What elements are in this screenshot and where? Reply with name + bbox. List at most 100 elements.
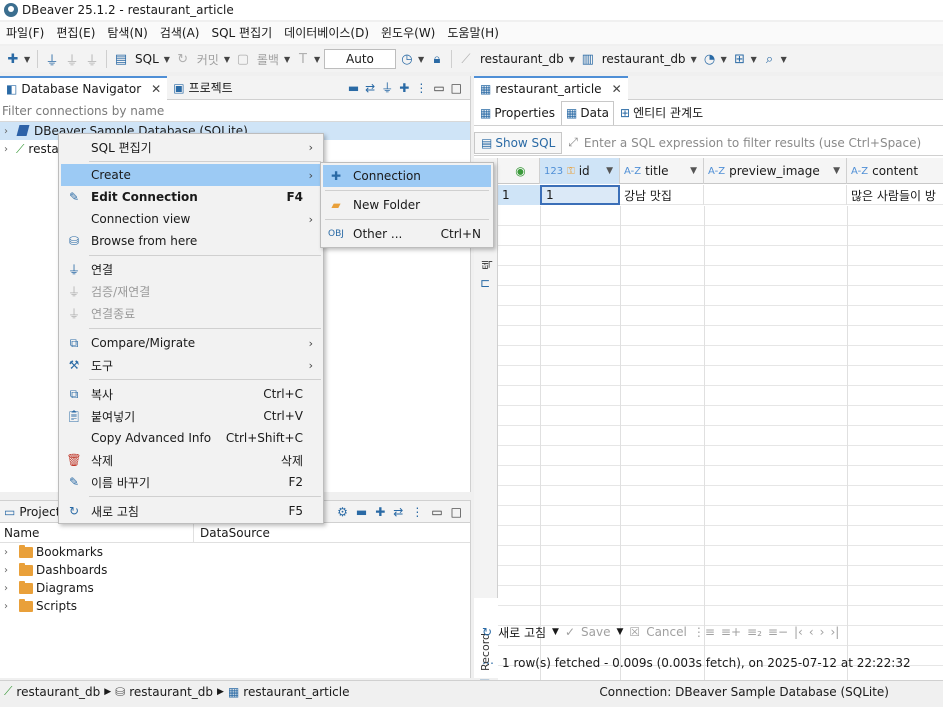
project-item-dashboards[interactable]: › Dashboards <box>0 561 470 579</box>
menu-database[interactable]: 데이터베이스(D) <box>278 22 375 44</box>
project-item-diagrams[interactable]: › Diagrams <box>0 579 470 597</box>
rollback-dropdown-icon[interactable]: ▼ <box>284 55 292 64</box>
history-icon[interactable]: ◷ <box>398 50 416 68</box>
collapse-all-icon[interactable]: ▬ <box>348 81 359 95</box>
new-connection-icon[interactable]: ✚ <box>4 50 22 68</box>
chevron-right-icon[interactable]: › <box>4 565 16 576</box>
save-icon[interactable]: ✓ <box>565 625 575 639</box>
menu-item-connect[interactable]: ⏚ 연결 <box>61 258 321 280</box>
column-datasource[interactable]: DataSource <box>194 526 270 540</box>
active-datasource-selector[interactable]: restaurant_db <box>477 52 567 66</box>
rollback-button[interactable]: 롤백 <box>254 51 282 68</box>
maximize-icon[interactable]: □ <box>451 81 462 95</box>
sql-button[interactable]: SQL <box>132 52 162 66</box>
copy-row-icon[interactable]: ≡₂ <box>747 625 762 639</box>
chevron-right-icon[interactable]: › <box>4 601 16 612</box>
show-sql-button[interactable]: ▤ Show SQL <box>474 131 563 154</box>
cell-preview-image[interactable] <box>704 185 847 205</box>
cancel-button[interactable]: Cancel <box>646 625 687 639</box>
search-icon[interactable]: ⌕ <box>761 50 779 68</box>
project-item-scripts[interactable]: › Scripts <box>0 597 470 615</box>
connect-icon[interactable]: ⏚ <box>43 50 61 69</box>
menu-item-browse-from-here[interactable]: ⛁ Browse from here <box>61 230 321 252</box>
chevron-right-icon[interactable]: › <box>4 547 16 558</box>
new-connection-dropdown-icon[interactable]: ▼ <box>24 55 32 64</box>
breadcrumb-table[interactable]: restaurant_article <box>243 685 349 699</box>
refresh-button[interactable]: 새로 고침 <box>498 624 546 641</box>
column-name[interactable]: Name <box>0 522 194 543</box>
minimize-icon[interactable]: ▭ <box>431 505 442 519</box>
menu-navigate[interactable]: 탐색(N) <box>101 22 153 44</box>
menu-item-copy[interactable]: ⧉ 복사 Ctrl+C <box>61 383 321 405</box>
sort-arrow-icon[interactable]: ▼ <box>606 166 613 176</box>
reconnect-icon[interactable]: ⏚ <box>63 50 81 69</box>
cell-title[interactable]: 강남 맛집 <box>620 185 704 205</box>
subtab-data[interactable]: ▦ Data <box>561 100 614 125</box>
close-icon[interactable]: ✕ <box>612 82 622 96</box>
tasks-dropdown-icon[interactable]: ▼ <box>751 55 759 64</box>
refresh-icon[interactable]: ↻ <box>482 625 492 639</box>
menu-item-copy-advanced-info[interactable]: Copy Advanced Info Ctrl+Shift+C <box>61 427 321 449</box>
lock-icon[interactable]: 🔒︎ <box>428 50 446 68</box>
column-header-preview-image[interactable]: A-Z preview_image ▼ <box>704 158 847 184</box>
add-icon[interactable]: ✚ <box>375 505 385 519</box>
history-dropdown-icon[interactable]: ▼ <box>418 55 426 64</box>
menu-window[interactable]: 윈도우(W) <box>375 22 441 44</box>
menu-item-new-folder[interactable]: ▰ New Folder <box>323 194 491 216</box>
dashboard-icon[interactable]: ◔ <box>701 50 719 68</box>
settings-icon[interactable]: ⚙ <box>337 505 348 519</box>
connect-icon[interactable]: ⏚ <box>381 79 393 96</box>
menu-search[interactable]: 검색(A) <box>154 22 206 44</box>
connection-filter-input[interactable]: Filter connections by name <box>0 100 470 122</box>
menu-item-connection-view[interactable]: Connection view › <box>61 208 321 230</box>
menu-item-tools[interactable]: ⚒ 도구 › <box>61 354 321 376</box>
column-header-title[interactable]: A-Z title ▼ <box>620 158 704 184</box>
menu-item-new-connection[interactable]: ✚ Connection <box>323 165 491 187</box>
cancel-icon[interactable]: ☒ <box>629 625 640 639</box>
breadcrumb-datasource[interactable]: restaurant_db <box>16 685 100 699</box>
project-item-bookmarks[interactable]: › Bookmarks <box>0 543 470 561</box>
sql-filter-input[interactable]: Enter a SQL expression to filter results… <box>578 136 921 150</box>
last-page-icon[interactable]: ›| <box>830 625 839 639</box>
sort-arrow-icon[interactable]: ▼ <box>833 166 840 176</box>
chevron-right-icon[interactable]: › <box>4 126 16 137</box>
tab-restaurant-article[interactable]: ▦ restaurant_article ✕ <box>474 75 628 100</box>
subtab-er-diagram[interactable]: ⊞ 엔티티 관계도 <box>616 101 707 125</box>
more-icon[interactable]: ⋯ <box>482 656 494 670</box>
chevron-right-icon[interactable]: › <box>4 144 16 155</box>
transaction-dropdown-icon[interactable]: ▼ <box>314 55 322 64</box>
collapse-icon[interactable]: ▬ <box>356 505 367 519</box>
maximize-icon[interactable]: □ <box>451 505 462 519</box>
commit-dropdown-icon[interactable]: ▼ <box>224 55 232 64</box>
menu-edit[interactable]: 편집(E) <box>50 22 101 44</box>
add-row-icon[interactable]: ≡+ <box>721 625 741 639</box>
prev-page-icon[interactable]: ‹ <box>809 625 814 639</box>
menu-item-rename[interactable]: ✎ 이름 바꾸기 F2 <box>61 471 321 493</box>
table-row[interactable]: 1 강남 맛집 많은 사람들이 방 <box>540 185 943 205</box>
menu-item-compare-migrate[interactable]: ⧉ Compare/Migrate › <box>61 332 321 354</box>
column-header-id[interactable]: 123 ⚿ id ▼ <box>540 158 620 184</box>
save-button[interactable]: Save <box>581 625 610 639</box>
datasource-dropdown-icon[interactable]: ▼ <box>569 55 577 64</box>
menu-item-paste[interactable]: 📋︎ 붙여넣기 Ctrl+V <box>61 405 321 427</box>
breadcrumb-schema[interactable]: restaurant_db <box>129 685 213 699</box>
menu-item-disconnect[interactable]: ⏚ 연결종료 <box>61 302 321 324</box>
column-header-content[interactable]: A-Z content <box>847 158 943 184</box>
menu-item-delete[interactable]: 🗑︎ 삭제 삭제 <box>61 449 321 471</box>
chevron-right-icon[interactable]: › <box>4 583 16 594</box>
menu-item-sql-editor[interactable]: SQL 편집기 › <box>61 136 321 158</box>
subtab-properties[interactable]: ▦ Properties <box>476 101 559 125</box>
disconnect-icon[interactable]: ⏚ <box>83 50 101 69</box>
delete-row-icon[interactable]: ≡− <box>768 625 788 639</box>
row-number[interactable]: 1 <box>498 185 540 205</box>
menu-sql-editor[interactable]: SQL 편집기 <box>205 22 278 44</box>
view-menu-icon[interactable]: ⋮ <box>411 505 423 519</box>
link-icon[interactable]: ⇄ <box>393 505 403 519</box>
commit-icon[interactable]: ↻ <box>174 50 192 68</box>
menu-file[interactable]: 파일(F) <box>0 22 50 44</box>
menu-item-edit-connection[interactable]: ✎ Edit Connection F4 <box>61 186 321 208</box>
tab-database-navigator[interactable]: ◧ Database Navigator ✕ <box>0 75 168 100</box>
refresh-dropdown-icon[interactable]: ▼ <box>552 627 559 637</box>
sort-arrow-icon[interactable]: ▼ <box>690 166 697 176</box>
close-icon[interactable]: ✕ <box>151 82 161 96</box>
